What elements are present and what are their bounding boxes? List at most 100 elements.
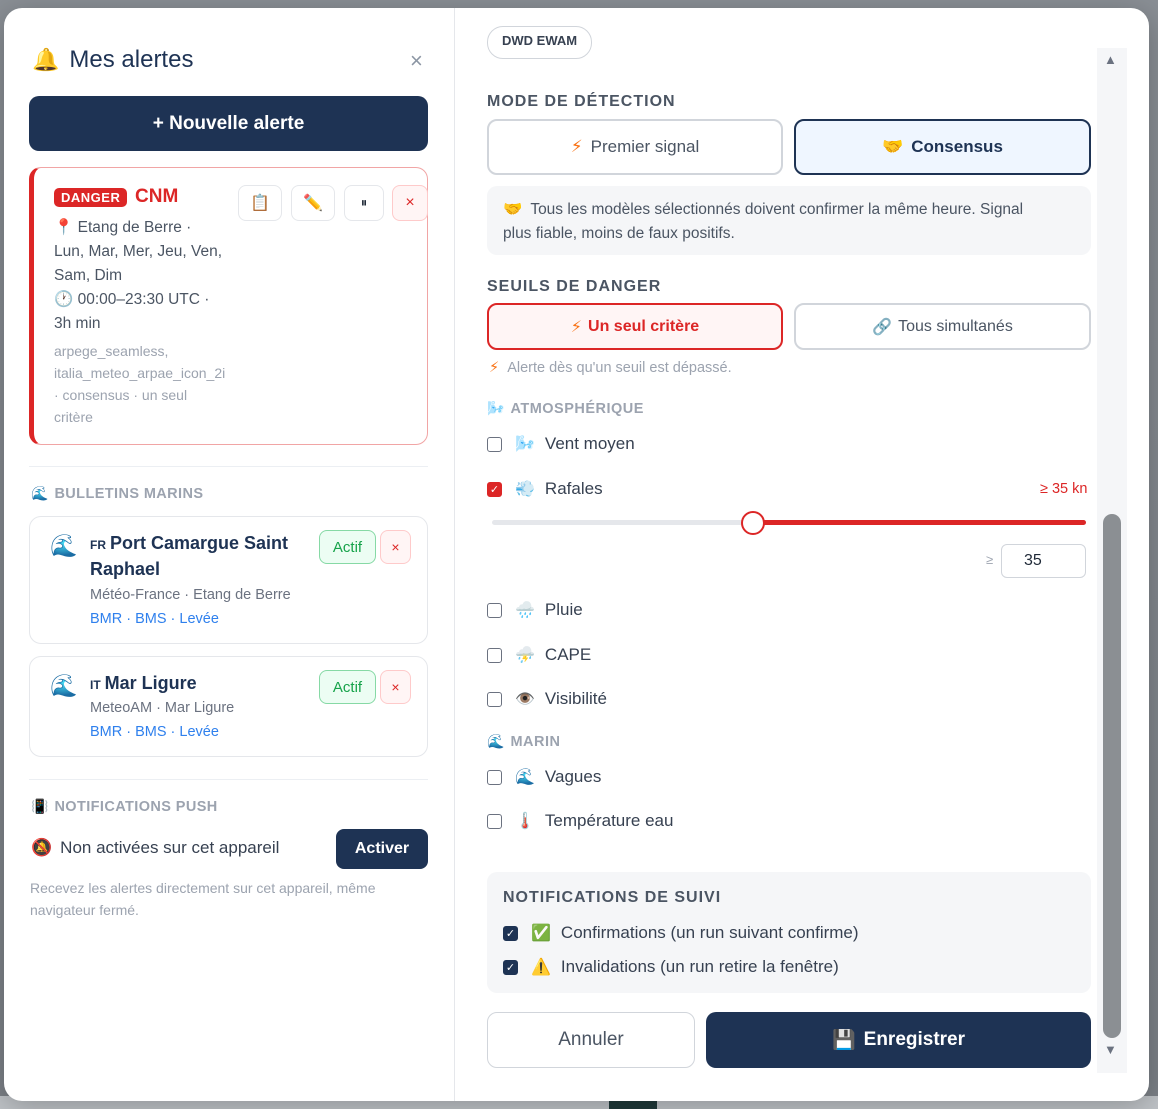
thresholds-heading: SEUILS DE DANGER bbox=[487, 278, 662, 295]
waves-label: Vagues bbox=[544, 767, 602, 786]
storm-icon: ⛈️ bbox=[515, 647, 535, 664]
flag-it: IT bbox=[90, 678, 101, 692]
scrollbar-thumb[interactable] bbox=[1103, 514, 1121, 1038]
scroll-up-icon[interactable]: ▲ bbox=[1104, 52, 1117, 67]
mode-info-text: Tous les modèles sélectionnés doivent co… bbox=[530, 201, 1024, 218]
wind-icon: 🌬️ bbox=[515, 436, 535, 453]
alert-meta-4: critère bbox=[54, 409, 93, 425]
atmos-section-head: 🌬️ ATMOSPHÉRIQUE bbox=[487, 400, 644, 417]
follow-invalidations[interactable]: ✓ ⚠️ Invalidations (un run retire la fen… bbox=[503, 957, 839, 977]
edit-alert-button[interactable]: ✏️ bbox=[291, 185, 335, 221]
mode-heading: MODE DE DÉTECTION bbox=[487, 93, 676, 110]
atmos-heading: ATMOSPHÉRIQUE bbox=[510, 400, 644, 417]
pause-alert-button[interactable]: ⏸ bbox=[344, 185, 384, 221]
mode-consensus-button[interactable]: 🤝 Consensus bbox=[794, 119, 1091, 175]
handshake-icon: 🤝 bbox=[882, 137, 904, 156]
delete-bulletin-button[interactable]: × bbox=[380, 670, 411, 704]
criterion-gusts[interactable]: ✓ 💨 Rafales bbox=[487, 479, 603, 499]
alert-meta-3: · consensus · un seul bbox=[54, 387, 188, 403]
confirmations-checkbox[interactable]: ✓ bbox=[503, 925, 518, 941]
pause-icon: ⏸ bbox=[360, 195, 368, 210]
bulletins-heading: BULLETINS MARINS bbox=[54, 485, 204, 502]
bulletin-links[interactable]: BMR · BMS · Levée bbox=[90, 724, 219, 740]
alert-location: 📍 Etang de Berre · bbox=[54, 219, 192, 236]
mode-first-signal-label: Premier signal bbox=[590, 137, 700, 156]
bulletin-card[interactable]: 🌊 IT Mar Ligure MeteoAM · Mar Ligure BMR … bbox=[29, 656, 428, 757]
gusts-checkbox[interactable]: ✓ bbox=[487, 481, 502, 497]
all-simultaneous-button[interactable]: 🔗 Tous simultanés bbox=[794, 303, 1091, 350]
thresholds-hint: ⚡ Alerte dès qu'un seuil est dépassé. bbox=[489, 360, 732, 376]
wind-icon: 🌬️ bbox=[487, 400, 505, 416]
cape-checkbox[interactable] bbox=[487, 647, 502, 663]
criterion-wind[interactable]: 🌬️ Vent moyen bbox=[487, 434, 635, 454]
pencil-icon: ✏️ bbox=[303, 195, 323, 212]
gust-icon: 💨 bbox=[515, 481, 535, 498]
status-badge: Actif bbox=[319, 530, 376, 564]
divider bbox=[29, 779, 428, 780]
bulletin-title-text: Port Camargue Saint bbox=[110, 533, 289, 553]
bulletins-section-head: 🌊 BULLETINS MARINS bbox=[31, 485, 203, 502]
save-label: Enregistrer bbox=[863, 1029, 966, 1050]
criterion-visibility[interactable]: 👁️ Visibilité bbox=[487, 689, 607, 709]
invalidations-checkbox[interactable]: ✓ bbox=[503, 959, 518, 975]
cape-label: CAPE bbox=[544, 645, 592, 664]
alert-card[interactable]: DANGER CNM 📍 Etang de Berre · Lun, Mar, … bbox=[29, 167, 428, 445]
save-button[interactable]: 💾 Enregistrer bbox=[706, 1012, 1091, 1068]
status-badge: Actif bbox=[319, 670, 376, 704]
gusts-label: Rafales bbox=[544, 479, 603, 498]
visibility-checkbox[interactable] bbox=[487, 691, 502, 707]
panel-title: Mes alertes bbox=[69, 46, 194, 73]
rain-checkbox[interactable] bbox=[487, 602, 502, 618]
mode-info: 🤝 Tous les modèles sélectionnés doivent c… bbox=[487, 186, 1091, 255]
bulletin-source: Météo-France · Etang de Berre bbox=[90, 587, 291, 603]
wind-checkbox[interactable] bbox=[487, 436, 502, 452]
alert-meta-2: italia_meteo_arpae_icon_2i bbox=[54, 365, 226, 381]
criterion-cape[interactable]: ⛈️ CAPE bbox=[487, 645, 591, 665]
scroll-down-icon[interactable]: ▼ bbox=[1104, 1042, 1117, 1057]
handshake-icon: 🤝 bbox=[503, 201, 523, 218]
activate-push-button[interactable]: Activer bbox=[336, 829, 428, 869]
mode-info-line: 🤝 Tous les modèles sélectionnés doivent c… bbox=[503, 198, 1075, 222]
water-temp-label: Température eau bbox=[544, 811, 674, 830]
waves-checkbox[interactable] bbox=[487, 769, 502, 785]
close-icon[interactable]: × bbox=[410, 48, 423, 74]
mode-first-signal-button[interactable]: ⚡ Premier signal bbox=[487, 119, 783, 175]
lightning-icon: ⚡ bbox=[489, 360, 500, 376]
delete-bulletin-button[interactable]: × bbox=[380, 530, 411, 564]
gte-symbol: ≥ bbox=[986, 552, 994, 567]
link-icon: 🔗 bbox=[872, 318, 893, 336]
new-alert-button[interactable]: + Nouvelle alerte bbox=[29, 96, 428, 151]
model-chip[interactable]: DWD EWAM bbox=[487, 26, 593, 59]
gusts-threshold-input[interactable] bbox=[1001, 544, 1086, 578]
criterion-rain[interactable]: 🌧️ Pluie bbox=[487, 600, 583, 620]
bell-off-icon: 🔕 bbox=[31, 838, 53, 857]
rain-label: Pluie bbox=[544, 600, 583, 619]
alert-time: 🕐 00:00–23:30 UTC · bbox=[54, 291, 210, 308]
danger-badge: DANGER bbox=[54, 188, 128, 207]
criterion-waves[interactable]: 🌊 Vagues bbox=[487, 767, 601, 787]
bulletin-card[interactable]: 🌊 FR Port Camargue Saint Raphael Météo-Fr… bbox=[29, 516, 428, 644]
warning-icon: ⚠️ bbox=[531, 959, 551, 976]
mode-consensus-label: Consensus bbox=[911, 137, 1003, 156]
delete-alert-button[interactable]: × bbox=[392, 185, 428, 221]
bulletin-title-text: Mar Ligure bbox=[104, 673, 197, 693]
water-temp-checkbox[interactable] bbox=[487, 813, 502, 829]
divider bbox=[29, 466, 428, 467]
bulletin-title: FR Port Camargue Saint bbox=[90, 530, 288, 558]
lightning-icon: ⚡ bbox=[570, 318, 583, 336]
follow-confirmations[interactable]: ✓ ✅ Confirmations (un run suivant confir… bbox=[503, 923, 859, 943]
single-criterion-button[interactable]: ⚡ Un seul critère bbox=[487, 303, 783, 350]
push-status: 🔕 Non activées sur cet appareil bbox=[31, 838, 279, 858]
bulletin-links[interactable]: BMR · BMS · Levée bbox=[90, 611, 219, 627]
criterion-water-temp[interactable]: 🌡️ Température eau bbox=[487, 811, 673, 831]
wave-icon: 🌊 bbox=[50, 533, 78, 558]
mode-info-line-cont: plus fiable, moins de faux positifs. bbox=[503, 225, 735, 242]
alerts-list-panel: 🔔 Mes alertes × + Nouvelle alerte DANGER… bbox=[4, 8, 455, 1101]
copy-alert-button[interactable]: 📋 bbox=[238, 185, 282, 221]
wave-icon: 🌊 bbox=[515, 769, 535, 786]
cancel-button[interactable]: Annuler bbox=[487, 1012, 695, 1068]
wind-label: Vent moyen bbox=[544, 434, 635, 453]
marine-section-head: 🌊 MARIN bbox=[487, 733, 560, 750]
gusts-slider-thumb[interactable] bbox=[741, 511, 766, 535]
gusts-slider-fill bbox=[753, 520, 1086, 525]
